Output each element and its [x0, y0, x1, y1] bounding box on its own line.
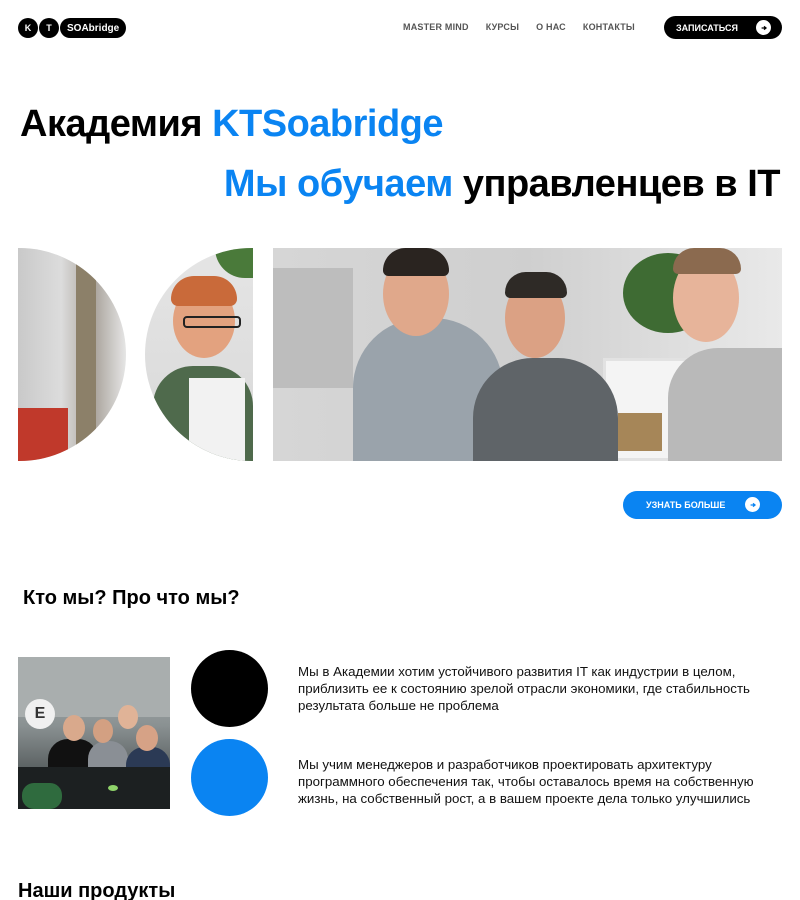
about-team-photo: E: [18, 657, 170, 809]
nav-link-master-mind[interactable]: MASTER MIND: [403, 22, 469, 32]
hero-title-plain: Академия: [20, 103, 203, 145]
logo-letter-t: T: [39, 18, 59, 38]
page: K T SOAbridge MASTER MIND КУРСЫ О НАС КО…: [0, 0, 800, 900]
hero-subtitle-plain: управленцев в IT: [462, 163, 781, 205]
about-paragraph-2: Мы учим менеджеров и разработчиков проек…: [298, 757, 754, 806]
hero-subtitle-accent: Мы обучаем: [223, 163, 453, 205]
products-title: Наши продукты: [18, 880, 176, 900]
hero-photo-smiling-man: [145, 248, 253, 461]
learn-more-label: УЗНАТЬ БОЛЬШЕ: [646, 500, 726, 510]
hero-title: Академия KTSoabridge: [20, 103, 444, 146]
signup-button-label: ЗАПИСАТЬСЯ: [676, 22, 738, 33]
logo-name: SOAbridge: [60, 18, 127, 38]
hero-photo-team: [273, 248, 782, 461]
signup-button[interactable]: ЗАПИСАТЬСЯ: [664, 16, 782, 39]
logo-letter-k: K: [18, 18, 38, 38]
arrow-right-icon: [745, 497, 760, 512]
hero-title-accent: KTSoabridge: [212, 103, 444, 145]
decorative-circle-black: [191, 650, 268, 727]
logo[interactable]: K T SOAbridge: [18, 17, 127, 39]
nav-link-contacts[interactable]: КОНТАКТЫ: [583, 22, 635, 32]
main-nav: MASTER MIND КУРСЫ О НАС КОНТАКТЫ: [403, 22, 635, 32]
about-title: Кто мы? Про что мы?: [23, 587, 240, 609]
arrow-right-icon: [756, 20, 771, 35]
learn-more-button[interactable]: УЗНАТЬ БОЛЬШЕ: [623, 491, 782, 519]
nav-link-courses[interactable]: КУРСЫ: [486, 22, 519, 32]
hero-photo-office-halfcircle: [18, 248, 126, 461]
hero-subtitle: Мы обучаем управленцев в IT: [223, 163, 781, 206]
about-paragraph-1: Мы в Академии хотим устойчивого развития…: [298, 664, 750, 713]
nav-link-about[interactable]: О НАС: [536, 22, 566, 32]
decorative-circle-blue: [191, 739, 268, 816]
